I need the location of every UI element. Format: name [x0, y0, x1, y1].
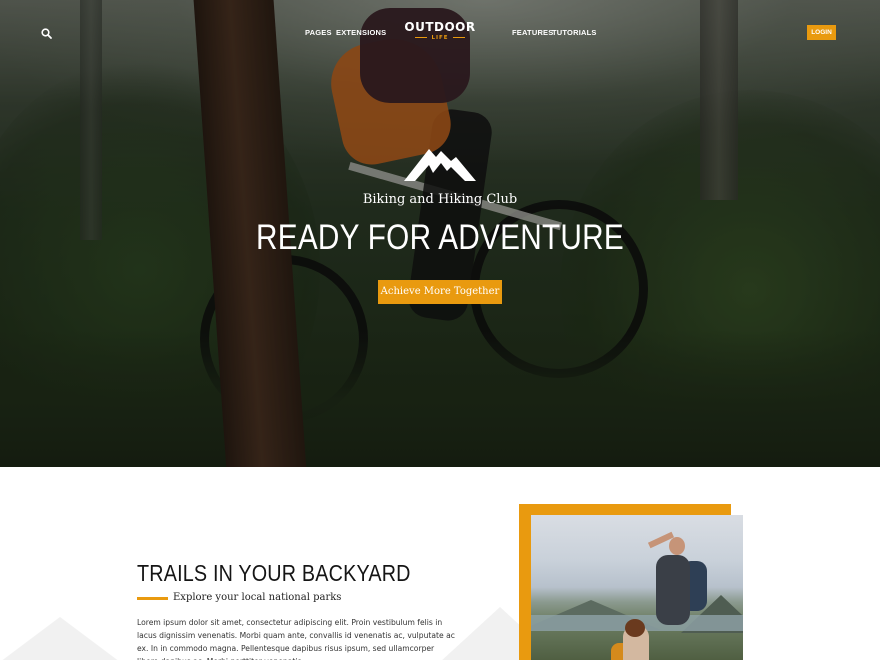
hero-subtitle: Biking and Hiking Club — [362, 192, 518, 207]
photo-hiker-hair — [625, 619, 645, 637]
logo-sub-text: LIFE — [400, 34, 480, 43]
photo-hiker-head — [669, 537, 685, 555]
section-title: TRAILS IN YOUR BACKYARD — [137, 560, 411, 586]
nav-link-tutorials[interactable]: TUTORIALS — [552, 27, 597, 39]
nav-link-extensions[interactable]: EXTENSIONS — [336, 27, 386, 39]
hikers-photo — [531, 515, 743, 660]
mountain-icon — [404, 149, 476, 181]
trails-section: TRAILS IN YOUR BACKYARD Explore your loc… — [0, 467, 880, 660]
section-subtitle: Explore your local national parks — [173, 592, 342, 603]
top-navigation: PAGES EXTENSIONS OUTDOOR LIFE FEATURES T… — [0, 0, 880, 66]
site-logo[interactable]: OUTDOOR LIFE — [400, 20, 480, 46]
section-accent-rule — [137, 597, 168, 600]
decorative-mountain-bg — [0, 617, 120, 660]
search-icon[interactable] — [40, 27, 54, 41]
nav-link-pages[interactable]: PAGES — [305, 27, 332, 39]
login-button[interactable]: LOGIN — [807, 25, 836, 40]
photo-hiker-man — [656, 555, 690, 625]
logo-main-text: OUTDOOR — [404, 20, 476, 34]
nav-link-features[interactable]: FEATURES — [512, 27, 553, 39]
achieve-more-button[interactable]: Achieve More Together — [378, 280, 502, 304]
hero-title: READY FOR ADVENTURE — [256, 218, 624, 257]
section-body-text: Lorem ipsum dolor sit amet, consectetur … — [137, 618, 455, 660]
